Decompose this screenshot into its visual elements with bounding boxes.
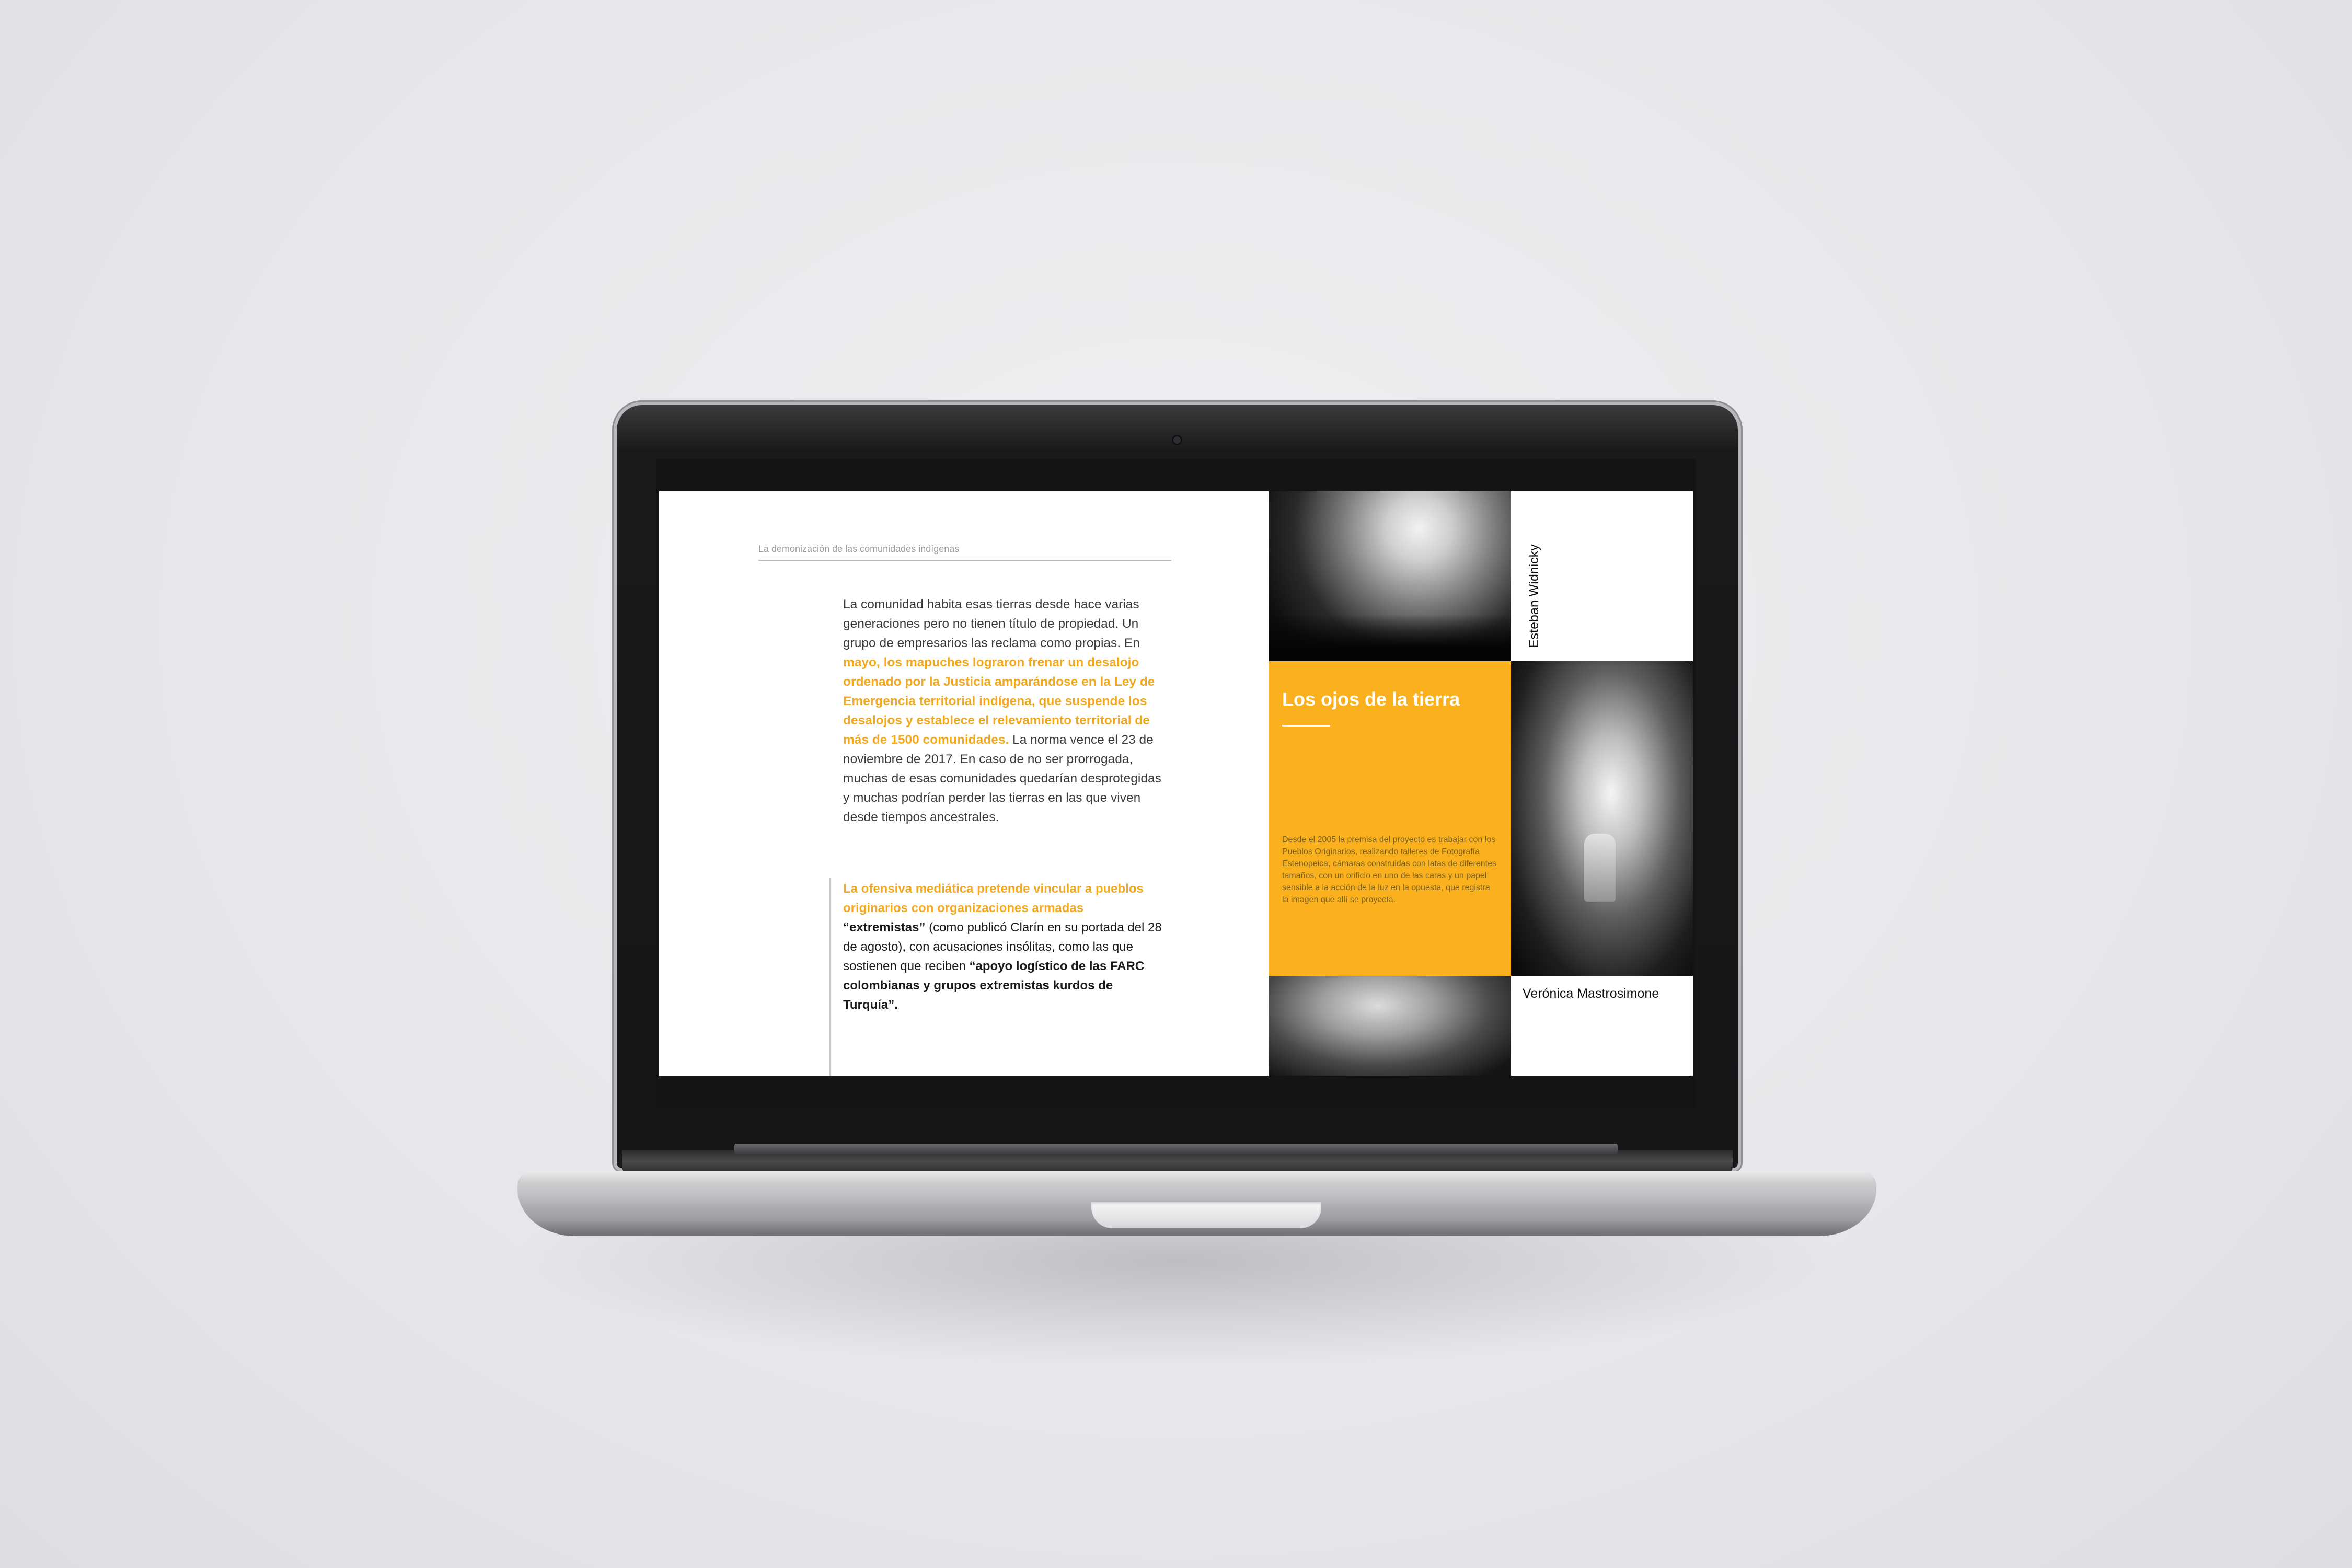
page-right: Esteban Widnicky Los ojos de la tierra D… <box>1269 491 1693 1076</box>
feature-caption-box: Los ojos de la tierra Desde el 2005 la p… <box>1269 661 1511 976</box>
feature-title: Los ojos de la tierra <box>1282 688 1460 710</box>
laptop-base-top-edge <box>520 1171 1874 1185</box>
webcam <box>1173 436 1181 444</box>
running-header: La demonización de las comunidades indíg… <box>758 544 1171 561</box>
page-left: La demonización de las comunidades indíg… <box>659 491 1269 1076</box>
pull-quote-bar <box>829 878 831 1076</box>
lid-open-notch <box>1091 1202 1321 1228</box>
feature-title-rule <box>1282 725 1330 727</box>
body-text-part1: La comunidad habita esas tierras desde h… <box>843 597 1140 650</box>
photo-top-pinhole <box>1269 491 1511 661</box>
credit-bottom-box: Verónica Mastrosimone <box>1511 976 1693 1076</box>
laptop-shadow <box>523 1218 1829 1364</box>
pull-quote-highlight: La ofensiva mediática pretende vincular … <box>843 882 1144 915</box>
laptop-screen: La demonización de las comunidades indíg… <box>656 459 1696 1109</box>
pull-quote: La ofensiva mediática pretende vincular … <box>843 879 1167 1014</box>
photographer-credit-top: Esteban Widnicky <box>1527 544 1541 648</box>
pull-quote-bold-1: “extremistas” <box>843 920 926 935</box>
keyboard-edge <box>734 1144 1618 1154</box>
credit-top-box: Esteban Widnicky <box>1511 491 1693 661</box>
photo-middle-pinhole <box>1511 661 1693 976</box>
photo-bottom-pinhole <box>1269 976 1511 1076</box>
body-paragraph: La comunidad habita esas tierras desde h… <box>843 595 1162 827</box>
photographer-credit-bottom: Verónica Mastrosimone <box>1523 986 1659 1001</box>
feature-body: Desde el 2005 la premisa del proyecto es… <box>1282 835 1497 904</box>
